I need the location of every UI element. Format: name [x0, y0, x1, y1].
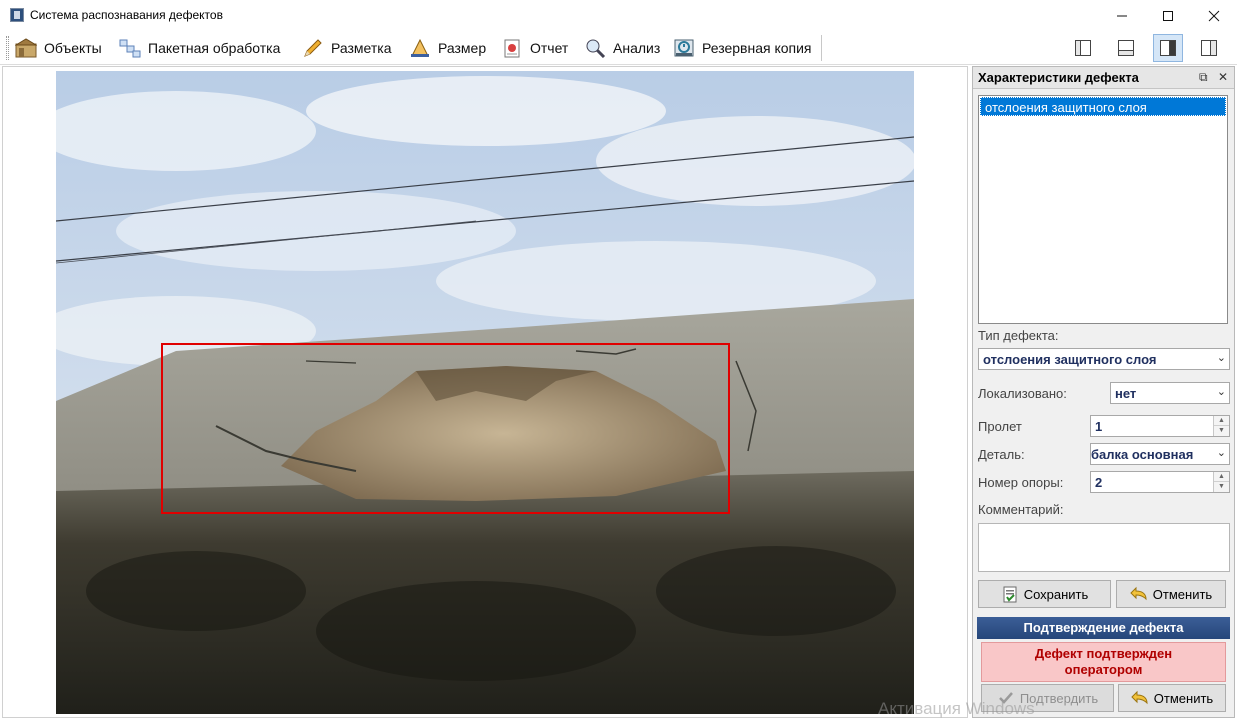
save-label: Сохранить — [1023, 586, 1089, 602]
layout-left-icon — [1075, 40, 1091, 56]
comment-field[interactable] — [978, 523, 1230, 572]
layout-right-button[interactable] — [1194, 34, 1224, 62]
app-icon — [10, 8, 24, 22]
confirm-status-line2: оператором — [1064, 662, 1143, 677]
activation-watermark: Активация Windows — [878, 699, 1035, 718]
save-button[interactable]: Сохранить — [978, 580, 1111, 608]
list-item[interactable]: отслоения защитного слоя — [980, 97, 1226, 116]
toolbar-batch-label: Пакетная обработка — [148, 40, 281, 56]
detail-value: балка основная — [1091, 447, 1194, 462]
decrement-icon[interactable]: ▼ — [1214, 426, 1229, 436]
decrement-icon[interactable]: ▼ — [1214, 482, 1229, 492]
span-value: 1 — [1095, 419, 1103, 434]
confirm-status-line1: Дефект подтвержден — [1034, 646, 1173, 661]
undo-icon — [1131, 689, 1149, 707]
defect-list[interactable]: отслоения защитного слоя — [978, 95, 1228, 324]
toolbar-batch-button[interactable]: Пакетная обработка — [119, 34, 280, 62]
support-number-value: 2 — [1095, 475, 1103, 490]
span-stepper-buttons[interactable]: ▲ ▼ — [1213, 416, 1229, 436]
support-stepper-buttons[interactable]: ▲ ▼ — [1213, 472, 1229, 492]
defect-bounding-box[interactable] — [161, 343, 730, 514]
toolbar-grip[interactable] — [6, 36, 9, 60]
support-number-stepper[interactable]: 2 ▲ ▼ — [1090, 471, 1230, 493]
confirm-cancel-label: Отменить — [1153, 690, 1214, 706]
toolbar-report-label: Отчет — [530, 40, 569, 56]
maximize-button[interactable] — [1145, 0, 1191, 31]
toolbar-size-label: Размер — [438, 40, 487, 56]
increment-icon[interactable]: ▲ — [1214, 416, 1229, 426]
increment-icon[interactable]: ▲ — [1214, 472, 1229, 482]
confirm-status: Дефект подтвержден оператором — [981, 642, 1226, 682]
cancel-label: Отменить — [1152, 586, 1213, 602]
chevron-down-icon: ⌄ — [1216, 447, 1226, 459]
toolbar-analysis-label: Анализ — [613, 40, 661, 56]
save-icon — [1001, 585, 1019, 603]
panel-header: Характеристики дефекта ⧉ ✕ — [973, 67, 1234, 89]
close-icon[interactable]: ✕ — [1218, 70, 1228, 84]
minimize-icon — [1117, 15, 1127, 16]
title-bar: Система распознавания дефектов — [0, 0, 1237, 31]
layout-right-icon — [1201, 40, 1217, 56]
localized-value: нет — [1115, 386, 1137, 401]
layout-right-icon — [1160, 40, 1176, 56]
span-stepper[interactable]: 1 ▲ ▼ — [1090, 415, 1230, 437]
window-title: Система распознавания дефектов — [30, 8, 223, 22]
toolbar-report-button[interactable]: Отчет — [501, 34, 568, 62]
toolbar: Объекты Пакетная обработка Разметка Разм… — [0, 31, 1237, 65]
toolbar-analysis-button[interactable]: Анализ — [584, 34, 660, 62]
defect-type-select[interactable]: отслоения защитного слоя ⌄ — [978, 348, 1230, 370]
batch-icon — [119, 37, 141, 59]
layout-left-button[interactable] — [1068, 34, 1098, 62]
chevron-down-icon: ⌄ — [1216, 386, 1226, 398]
comment-label: Комментарий: — [978, 502, 1064, 517]
toolbar-separator — [821, 35, 822, 61]
toolbar-objects-button[interactable]: Объекты — [15, 34, 102, 62]
toolbar-backup-button[interactable]: Резервная копия — [673, 34, 812, 62]
defect-type-label: Тип дефекта: — [978, 328, 1059, 343]
toolbar-backup-label: Резервная копия — [702, 40, 812, 56]
detail-label: Деталь: — [978, 447, 1025, 462]
defect-properties-panel: Характеристики дефекта ⧉ ✕ отслоения защ… — [972, 66, 1235, 718]
float-icon[interactable]: ⧉ — [1199, 70, 1208, 85]
chevron-down-icon: ⌄ — [1216, 352, 1226, 364]
cancel-button[interactable]: Отменить — [1116, 580, 1226, 608]
close-icon — [1208, 10, 1220, 21]
minimize-button[interactable] — [1099, 0, 1145, 31]
report-icon — [501, 37, 523, 59]
magnifier-icon — [584, 37, 606, 59]
confirm-section-title: Подтверждение дефекта — [977, 617, 1230, 639]
panel-title: Характеристики дефекта — [978, 70, 1139, 85]
toolbar-markup-button[interactable]: Разметка — [302, 34, 392, 62]
confirm-cancel-button[interactable]: Отменить — [1118, 684, 1226, 712]
toolbar-size-button[interactable]: Размер — [409, 34, 486, 62]
defect-type-value: отслоения защитного слоя — [983, 352, 1157, 367]
toolbar-objects-label: Объекты — [44, 40, 102, 56]
localized-label: Локализовано: — [978, 386, 1067, 401]
objects-icon — [15, 37, 37, 59]
close-button[interactable] — [1191, 0, 1237, 31]
detail-select[interactable]: балка основная ⌄ — [1090, 443, 1230, 465]
maximize-icon — [1163, 10, 1173, 21]
toolbar-markup-label: Разметка — [331, 40, 392, 56]
layout-right-active-button[interactable] — [1153, 34, 1183, 62]
support-number-label: Номер опоры: — [978, 475, 1064, 490]
backup-icon — [673, 37, 695, 59]
layout-bottom-icon — [1118, 40, 1134, 56]
undo-icon — [1130, 585, 1148, 603]
size-icon — [409, 37, 431, 59]
layout-bottom-button[interactable] — [1111, 34, 1141, 62]
localized-select[interactable]: нет ⌄ — [1110, 382, 1230, 404]
pencil-icon — [302, 37, 324, 59]
span-label: Пролет — [978, 419, 1022, 434]
